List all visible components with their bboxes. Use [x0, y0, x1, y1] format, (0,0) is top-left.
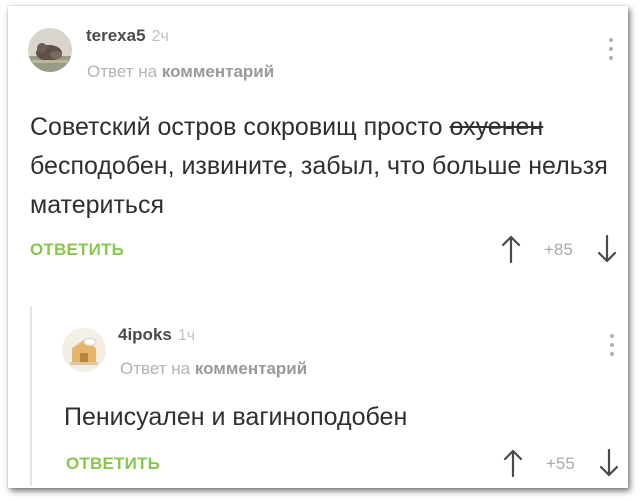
more-vertical-icon[interactable] [609, 334, 615, 360]
comment-text-part: Советский остров сокровищ просто [30, 113, 450, 141]
comment-text-part: бесподобен, извините, забыл, что больше … [30, 152, 608, 219]
arrow-down-icon[interactable] [596, 234, 618, 264]
comment-time: 1ч [177, 327, 196, 344]
comment-body: Советский остров сокровищ просто охуенен… [30, 108, 610, 225]
username[interactable]: 4ipoks 1ч [118, 325, 195, 345]
comment-time: 2ч [151, 28, 169, 45]
avatar[interactable] [28, 28, 72, 72]
reply-button[interactable]: ОТВЕТИТЬ [30, 240, 124, 260]
arrow-up-icon[interactable] [500, 234, 522, 264]
username[interactable]: terexa5 2ч [86, 26, 169, 46]
reply-to-line: Ответ на комментарий [87, 62, 274, 82]
username-text[interactable]: terexa5 [86, 26, 146, 45]
reply-to-prefix: Ответ на [120, 359, 191, 378]
vote-score: +85 [544, 240, 573, 259]
comment-4ipoks: 4ipoks 1ч Ответ на комментарий Пенисуален… [30, 306, 630, 486]
username-text[interactable]: 4ipoks [118, 325, 172, 344]
comment-text-struck: охуенен [449, 113, 544, 141]
reply-to-line: Ответ на комментарий [120, 359, 307, 379]
more-vertical-icon[interactable] [608, 38, 614, 64]
vote-score: +55 [546, 454, 575, 473]
avatar[interactable] [62, 328, 106, 372]
comments-card: terexa5 2ч Ответ на комментарий Советский… [8, 6, 628, 488]
reply-to-link[interactable]: комментарий [162, 62, 274, 81]
vote-controls: +85 [500, 234, 630, 264]
vote-controls: +55 [502, 448, 632, 478]
reply-button[interactable]: ОТВЕТИТЬ [66, 454, 160, 474]
comment-body: Пенисуален и вагиноподобен [64, 403, 408, 431]
reply-to-prefix: Ответ на [87, 62, 158, 81]
comment-terexa5: terexa5 2ч Ответ на комментарий Советский… [8, 6, 628, 296]
arrow-up-icon[interactable] [502, 448, 524, 478]
arrow-down-icon[interactable] [598, 448, 620, 478]
reply-to-link[interactable]: комментарий [195, 359, 307, 378]
